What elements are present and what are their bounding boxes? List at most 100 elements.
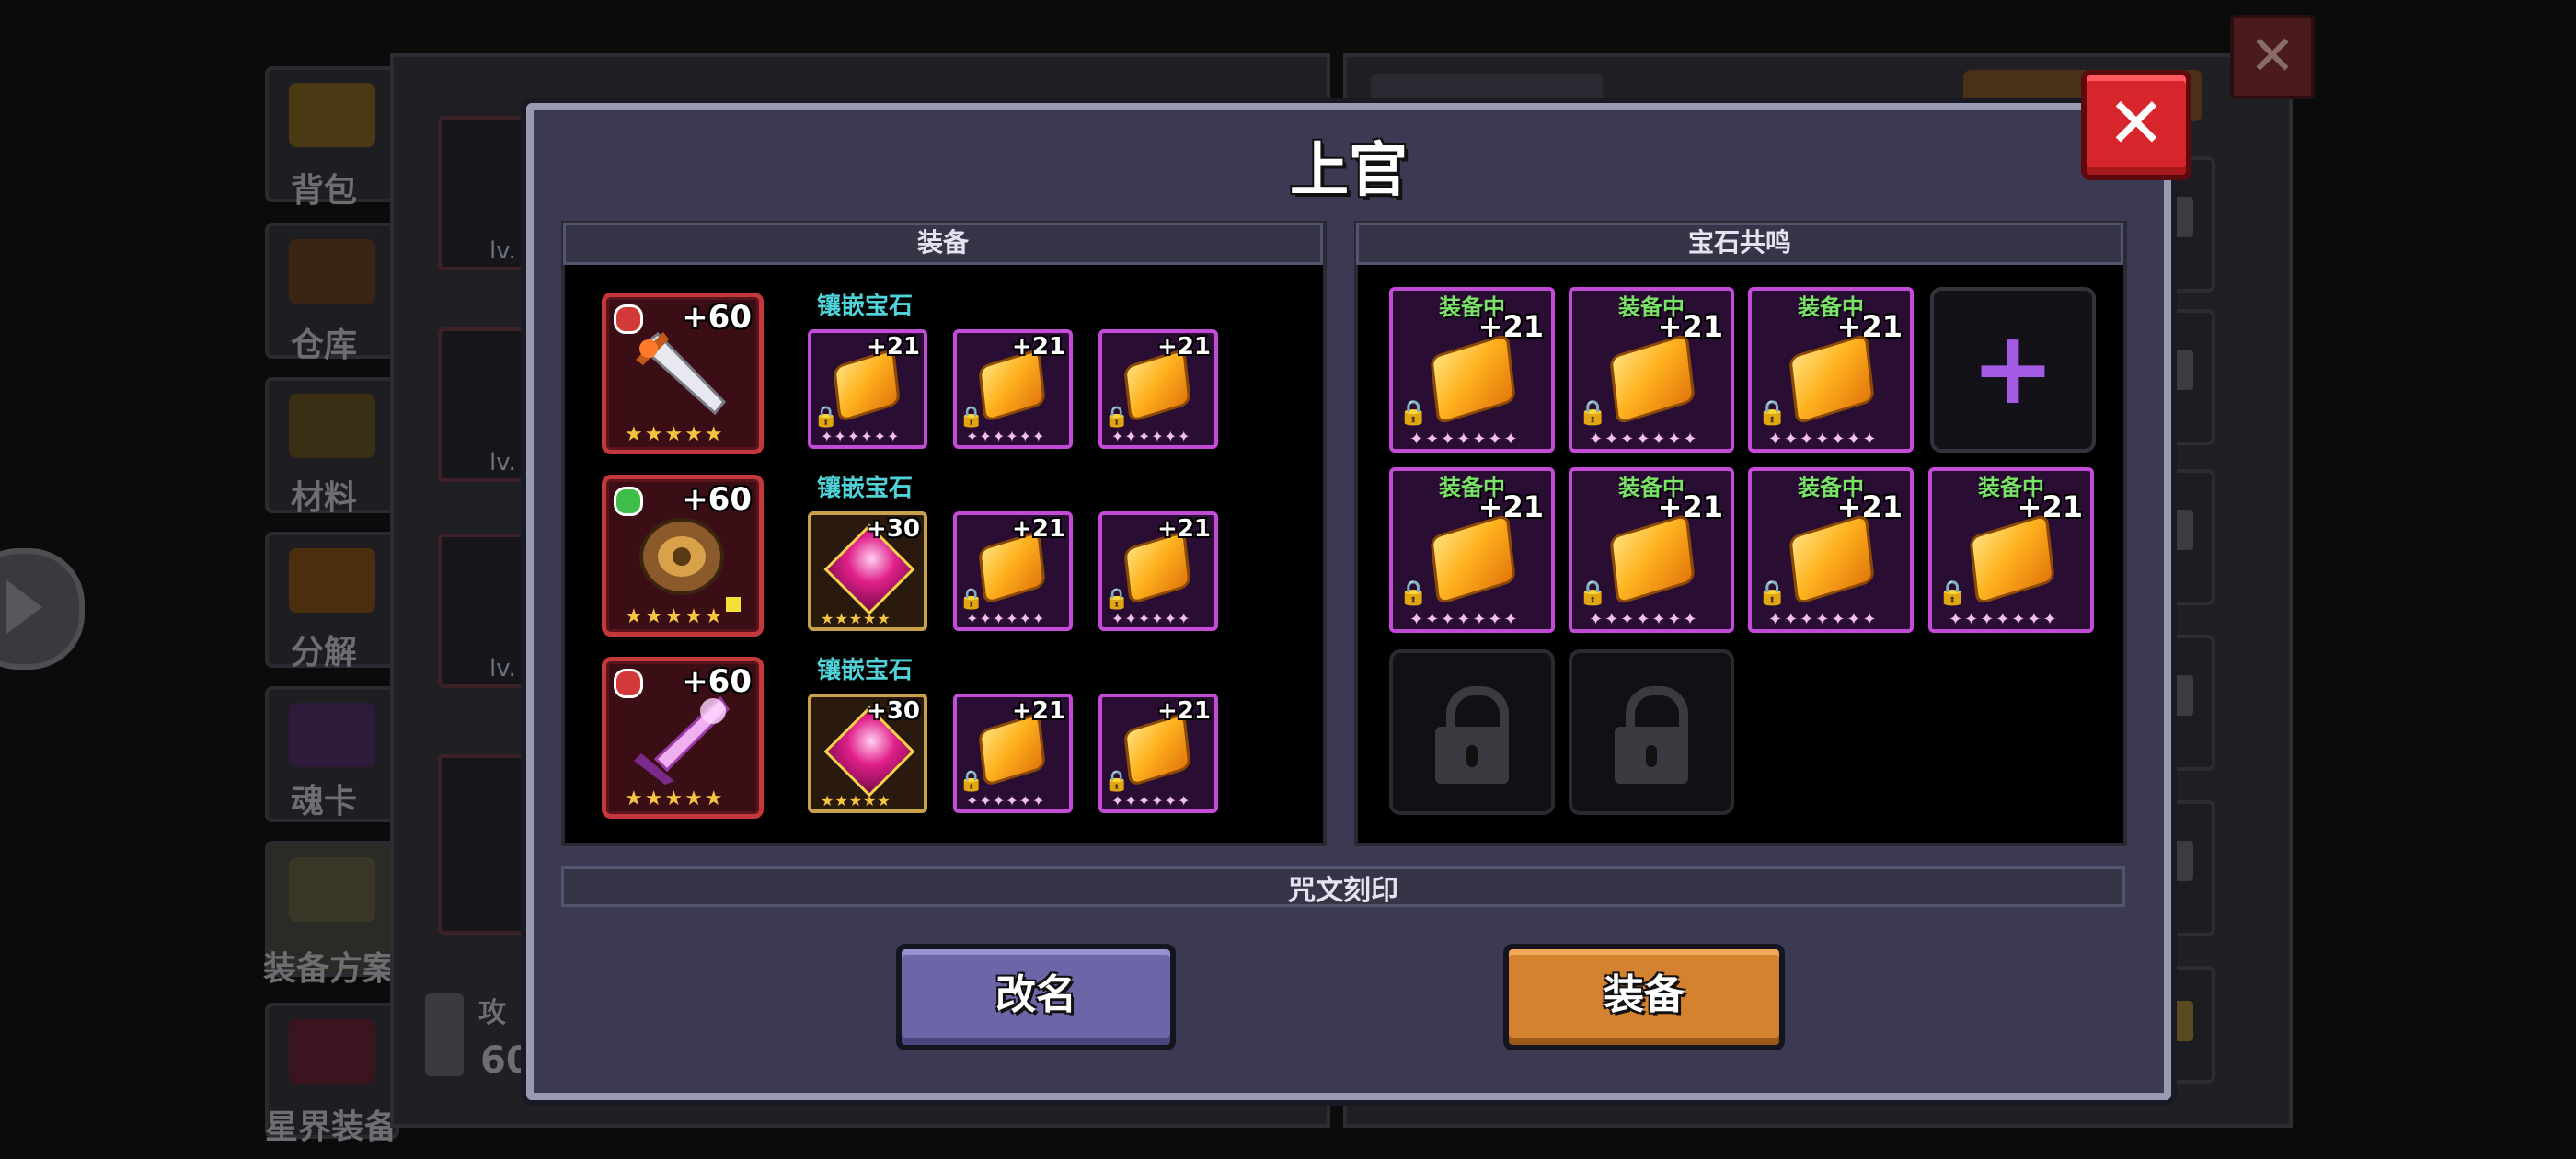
scroll-gem-icon	[981, 351, 1043, 419]
equipment-card-sword[interactable]: +60 ★★★★★	[602, 293, 764, 454]
rune-engraving-section[interactable]: 咒文刻印	[561, 866, 2125, 907]
hero-card[interactable]: lv.	[438, 327, 537, 482]
gem-level: +30	[867, 697, 920, 725]
gem-stars: ✦✦✦✦✦✦✦	[1589, 430, 1699, 449]
close-button[interactable]: ✕	[2081, 70, 2191, 180]
equipment-section-title: 装备	[563, 223, 1323, 265]
attack-value: 60	[480, 1039, 532, 1082]
locked-slot	[1389, 649, 1555, 815]
gem-slot[interactable]: +30 ★★★★★	[808, 694, 927, 813]
gem-stars: ✦✦✦✦✦✦✦	[1949, 610, 2059, 629]
gem-slot[interactable]: +21 🔒 ✦✦✦✦✦✦	[1098, 694, 1218, 813]
modal-title: 上官	[1290, 137, 1408, 205]
sidebar-label-equip-plan: 装备方案	[263, 950, 397, 988]
soul-card-icon	[289, 703, 375, 767]
resonance-slot[interactable]: 装备中 +21 🔒 ✦✦✦✦✦✦✦	[1389, 287, 1555, 453]
gem-level: +21	[1478, 309, 1544, 344]
resonance-slot[interactable]: 装备中 +21 🔒 ✦✦✦✦✦✦✦	[1569, 287, 1734, 453]
hero-card[interactable]: lv.	[438, 116, 537, 270]
resonance-slot[interactable]: 装备中 +21 🔒 ✦✦✦✦✦✦✦	[1928, 467, 2094, 633]
gem-level: +21	[1157, 333, 1211, 361]
inlay-gem-label: 镶嵌宝石	[817, 657, 914, 684]
astral-icon	[289, 1019, 375, 1084]
gem-slot[interactable]: +30 ★★★★★	[808, 511, 927, 631]
gem-stars: ✦✦✦✦✦✦✦	[1768, 430, 1879, 449]
resonance-slot[interactable]: 装备中 +21 🔒 ✦✦✦✦✦✦✦	[1389, 467, 1555, 633]
gem-slot[interactable]: +21 🔒 ✦✦✦✦✦✦	[808, 329, 927, 449]
hero-card[interactable]	[438, 754, 537, 935]
gem-stars: ✦✦✦✦✦✦	[1111, 610, 1191, 627]
scroll-gem-icon	[1432, 516, 1513, 602]
gem-level: +21	[867, 333, 920, 361]
skull-armor-icon	[289, 857, 375, 922]
scroll-gem-icon	[981, 716, 1043, 784]
chest-icon	[289, 83, 375, 147]
gem-stars: ✦✦✦✦✦✦✦	[1589, 610, 1699, 629]
gem-stars: ★★★★★	[821, 792, 891, 809]
lock-icon: 🔒	[1398, 580, 1429, 607]
gem-level: +21	[1012, 333, 1065, 361]
scroll-gem-icon	[835, 351, 898, 419]
equipment-card-shield[interactable]: +60 ★★★★★	[602, 475, 764, 637]
gem-level: +21	[1012, 697, 1065, 725]
hero-card[interactable]: lv.	[438, 534, 537, 688]
lock-icon: 🔒	[1757, 399, 1788, 427]
inlay-gem-label: 镶嵌宝石	[817, 293, 914, 320]
lock-icon: 🔒	[1578, 580, 1608, 607]
resonance-slot[interactable]: 装备中 +21 🔒 ✦✦✦✦✦✦✦	[1748, 467, 1914, 633]
scroll-gem-icon	[981, 534, 1043, 602]
gem-slot[interactable]: +21 🔒 ✦✦✦✦✦✦	[953, 511, 1073, 631]
gem-slot[interactable]: +21 🔒 ✦✦✦✦✦✦	[1098, 329, 1218, 449]
gem-stars: ✦✦✦✦✦✦	[1111, 428, 1191, 445]
equipment-card-blade[interactable]: +60 ★★★★★	[602, 657, 764, 819]
gem-stars: ★★★★★	[821, 610, 891, 627]
scroll-gem-icon	[1972, 516, 2053, 602]
sidebar-label-dismantle: 分解	[291, 634, 358, 671]
scroll-gem-icon	[1126, 534, 1189, 602]
scroll-gem-icon	[1432, 336, 1513, 422]
dismantle-icon	[289, 548, 375, 613]
lock-icon: 🔒	[959, 406, 984, 429]
sidebar-label-soul-card: 魂卡	[291, 783, 358, 820]
equip-button[interactable]: 装备	[1503, 944, 1785, 1050]
resonance-slot[interactable]: 装备中 +21 🔒 ✦✦✦✦✦✦✦	[1748, 287, 1914, 453]
inlay-gem-label: 镶嵌宝石	[817, 475, 914, 502]
gem-level: +30	[867, 515, 920, 543]
background-close-button: ✕	[2230, 15, 2315, 99]
gem-stars: ✦✦✦✦✦✦	[1111, 792, 1191, 809]
blade-icon	[634, 695, 730, 785]
lock-icon: 🔒	[1104, 588, 1130, 611]
arrow-right-icon	[6, 580, 42, 635]
resonance-slot[interactable]: 装备中 +21 🔒 ✦✦✦✦✦✦✦	[1569, 467, 1734, 633]
lock-icon: 🔒	[959, 770, 984, 793]
gem-level: +21	[1836, 489, 1903, 524]
hero-level: lv.	[489, 237, 516, 265]
gem-slot[interactable]: +21 🔒 ✦✦✦✦✦✦	[953, 329, 1073, 449]
gem-stars: ✦✦✦✦✦✦	[966, 610, 1046, 627]
attack-label: 攻	[478, 997, 506, 1029]
gem-slot[interactable]: +21 🔒 ✦✦✦✦✦✦	[953, 694, 1073, 813]
sword-icon	[425, 993, 464, 1076]
materials-icon	[289, 394, 375, 458]
side-nav-button[interactable]	[0, 548, 85, 670]
rename-button[interactable]: 改名	[896, 944, 1176, 1050]
lock-icon: 🔒	[959, 588, 984, 611]
gem-level: +21	[1157, 515, 1211, 543]
star-rating: ★★★★★	[625, 423, 725, 446]
gem-slot[interactable]: +21 🔒 ✦✦✦✦✦✦	[1098, 511, 1218, 631]
gem-stars: ✦✦✦✦✦✦	[966, 792, 1046, 809]
sidebar-label-astral-equip: 星界装备	[265, 1108, 398, 1146]
gem-stars: ✦✦✦✦✦✦	[966, 428, 1046, 445]
scroll-gem-icon	[1126, 716, 1189, 784]
gem-stars: ✦✦✦✦✦✦	[821, 428, 901, 445]
gem-stars: ✦✦✦✦✦✦✦	[1768, 610, 1879, 629]
gem-level: +21	[1012, 515, 1065, 543]
add-gem-slot[interactable]: +	[1930, 287, 2096, 453]
plus-icon: +	[1970, 309, 2056, 427]
scroll-gem-icon	[1612, 336, 1693, 422]
gem-level: +21	[1478, 489, 1544, 524]
sidebar-label-bag: 背包	[291, 172, 358, 210]
gem-level: +21	[1836, 309, 1903, 344]
sidebar-label-materials: 材料	[291, 479, 358, 517]
gem-level: +21	[2017, 489, 2083, 524]
